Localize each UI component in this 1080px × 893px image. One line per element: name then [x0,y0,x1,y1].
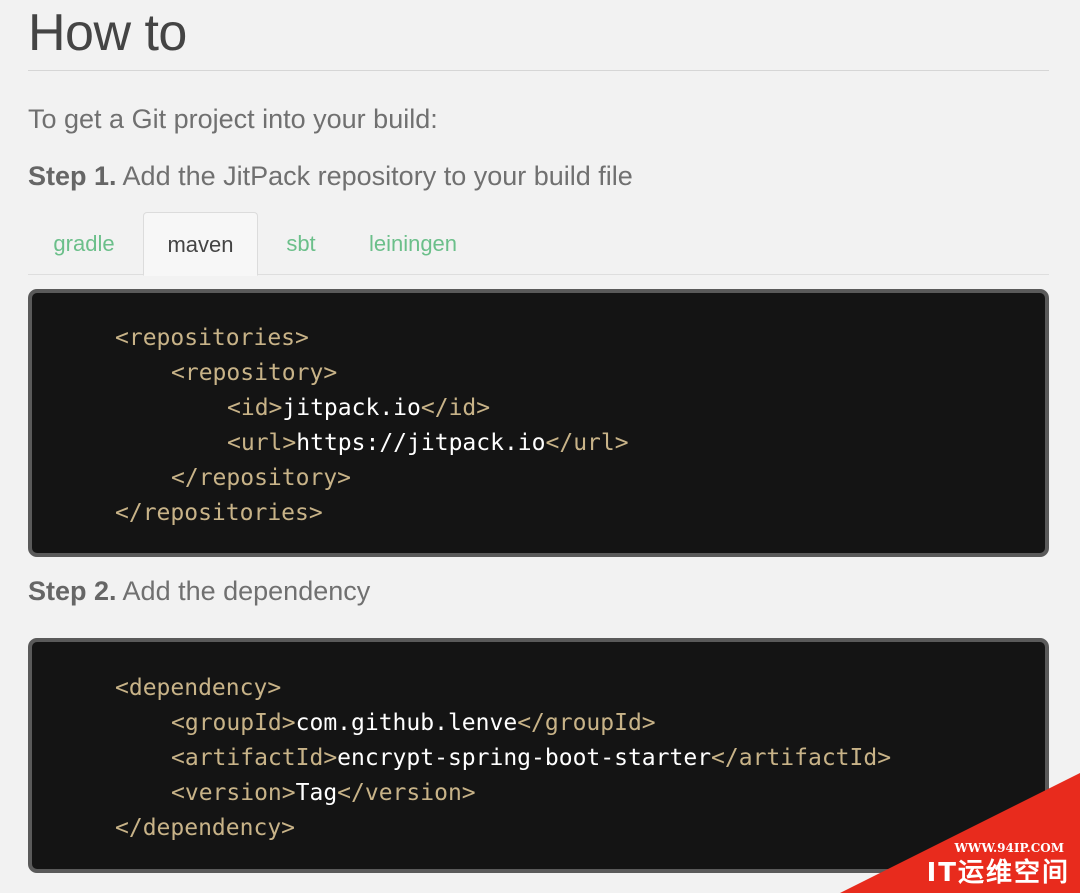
code-line: <repositories> [115,321,309,356]
step-1-text: Add the JitPack repository to your build… [116,161,633,191]
tab-maven[interactable]: maven [143,212,258,276]
code-line: <version>Tag</version> [171,776,476,811]
code-value: Tag [295,780,338,806]
tab-gradle[interactable]: gradle [28,212,140,275]
code-line: <url>https://jitpack.io</url> [227,426,629,461]
step-2-text: Add the dependency [116,576,371,606]
code-line: </repositories> [115,496,323,531]
watermark: WWW.94IP.COM IT运维空间 [840,773,1080,893]
code-value: jitpack.io [282,395,421,421]
intro-text: To get a Git project into your build: [28,104,438,134]
step-2-label: Step 2. [28,576,117,606]
code-tag: </dependency> [115,815,296,841]
code-value: com.github.lenve [295,710,518,736]
code-tag: <artifactId> [171,745,338,771]
watermark-brand: IT运维空间 [926,858,1070,888]
code-tag: </repository> [171,465,352,491]
code-tag: </repositories> [115,500,323,526]
code-tag: <dependency> [115,675,282,701]
code-tag: </groupId> [517,710,656,736]
code-line: <dependency> [115,671,281,706]
code-tag: </version> [337,780,476,806]
code-tag: <repository> [171,360,338,386]
code-value: https://jitpack.io [296,430,546,456]
step-2-heading: Step 2. Add the dependency [28,576,370,607]
code-tag: <groupId> [171,710,296,736]
code-value: encrypt-spring-boot-starter [337,745,712,771]
step-1-heading: Step 1. Add the JitPack repository to yo… [28,161,633,192]
code-tag: </artifactId> [711,745,892,771]
title-divider [28,70,1049,71]
code-tag: <version> [171,780,296,806]
tab-leiningen[interactable]: leiningen [354,212,472,275]
code-line: </repository> [171,461,351,496]
code-tag: <id> [227,395,283,421]
code-tag: <repositories> [115,325,309,351]
tab-sbt[interactable]: sbt [268,212,334,275]
code-line: </dependency> [115,811,295,846]
code-line: <id>jitpack.io</id> [227,391,490,426]
repository-code-block: <repositories> <repository> <id>jitpack.… [28,289,1049,557]
code-line: <groupId>com.github.lenve</groupId> [171,706,656,741]
step-1-label: Step 1. [28,161,117,191]
code-tag: <url> [227,430,297,456]
page-content: How to To get a Git project into your bu… [28,0,1049,873]
page-title: How to [28,4,187,62]
code-tag: </id> [420,395,491,421]
code-tag: </url> [545,430,629,456]
code-line: <repository> [171,356,337,391]
build-tool-tabs: gradle maven sbt leiningen [28,212,1049,276]
code-line: <artifactId>encrypt-spring-boot-starter<… [171,741,891,776]
